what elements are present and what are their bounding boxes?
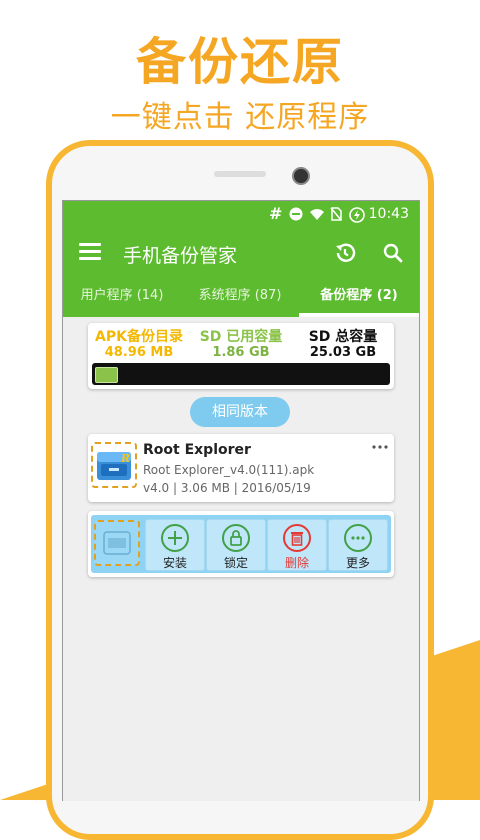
overflow-menu-icon[interactable] [372,436,388,454]
status-time: 10:43 [368,206,409,222]
stat-apk-dir-value: 48.96 MB [104,345,174,360]
wifi-icon [309,207,324,221]
tab-bar: 用户程序 (14) 系统程序 (87) 备份程序 (2) [63,279,419,317]
lock-icon [222,524,250,552]
install-label: 安装 [162,556,187,570]
phone-speaker [214,171,266,177]
storage-bar-fill [95,367,118,383]
sim-icon [329,207,343,221]
stat-sd-total: SD 总容量 25.03 GB [292,329,394,361]
stat-sd-total-value: 25.03 GB [309,345,377,360]
stat-sd-used-value: 1.86 GB [212,345,270,360]
app-icon-frame: R [91,442,137,488]
more-icon [344,524,372,552]
more-label: 更多 [345,556,370,570]
delete-button[interactable]: 删除 [267,519,327,571]
search-icon[interactable] [381,241,405,265]
stat-apk-dir: APK备份目录 48.96 MB [88,329,190,361]
app-file-name: Root Explorer_v4.0(111).apk [143,463,315,477]
delete-label: 删除 [284,556,309,570]
lock-button[interactable]: 锁定 [206,519,266,571]
svg-text:R: R [120,452,130,465]
lock-label: 锁定 [223,556,248,570]
trash-icon [283,524,311,552]
stat-sd-used: SD 已用容量 1.86 GB [190,329,292,361]
stat-sd-used-label: SD 已用容量 [199,329,283,345]
app-actions-card: 安装 锁定 删除 更多 [88,511,394,577]
install-button[interactable]: 安装 [145,519,205,571]
more-button[interactable]: 更多 [328,519,388,571]
phone-screen: # 10:43 手机备份管家 用户程序 (14) 系统程序 (87) 备份程序 … [62,200,420,801]
stat-sd-total-label: SD 总容量 [308,329,378,345]
stat-apk-dir-label: APK备份目录 [95,329,183,345]
app-name: Root Explorer [143,442,251,458]
tab-user-apps[interactable]: 用户程序 (14) [63,279,181,317]
actions-strip: 安装 锁定 删除 更多 [91,515,391,573]
backup-app-item[interactable]: R Root Explorer Root Explorer_v4.0(111).… [88,434,394,502]
app-bar: 手机备份管家 [63,229,419,279]
plus-icon [161,524,189,552]
app-title: 手机备份管家 [123,245,238,267]
storage-stats-card: APK备份目录 48.96 MB SD 已用容量 1.86 GB SD 总容量 … [88,323,394,389]
app-meta: v4.0 | 3.06 MB | 2016/05/19 [143,481,311,495]
menu-icon[interactable] [79,243,101,263]
hash-icon: # [268,204,283,223]
app-icon-placeholder [94,520,140,566]
storage-bar [92,363,390,385]
battery-charging-icon [348,207,365,223]
promo-subheadline: 一键点击 还原程序 [110,100,370,135]
promo-headline: 备份还原 [136,33,344,91]
status-bar: # 10:43 [63,201,419,229]
tab-indicator [299,313,419,317]
root-explorer-icon: R [97,452,131,480]
tab-system-apps[interactable]: 系统程序 (87) [181,279,299,317]
dnd-icon [289,207,303,221]
history-icon[interactable] [333,241,357,265]
tab-backup-apps[interactable]: 备份程序 (2) [299,279,419,317]
same-version-button[interactable]: 相同版本 [190,397,290,427]
phone-camera [292,167,310,185]
